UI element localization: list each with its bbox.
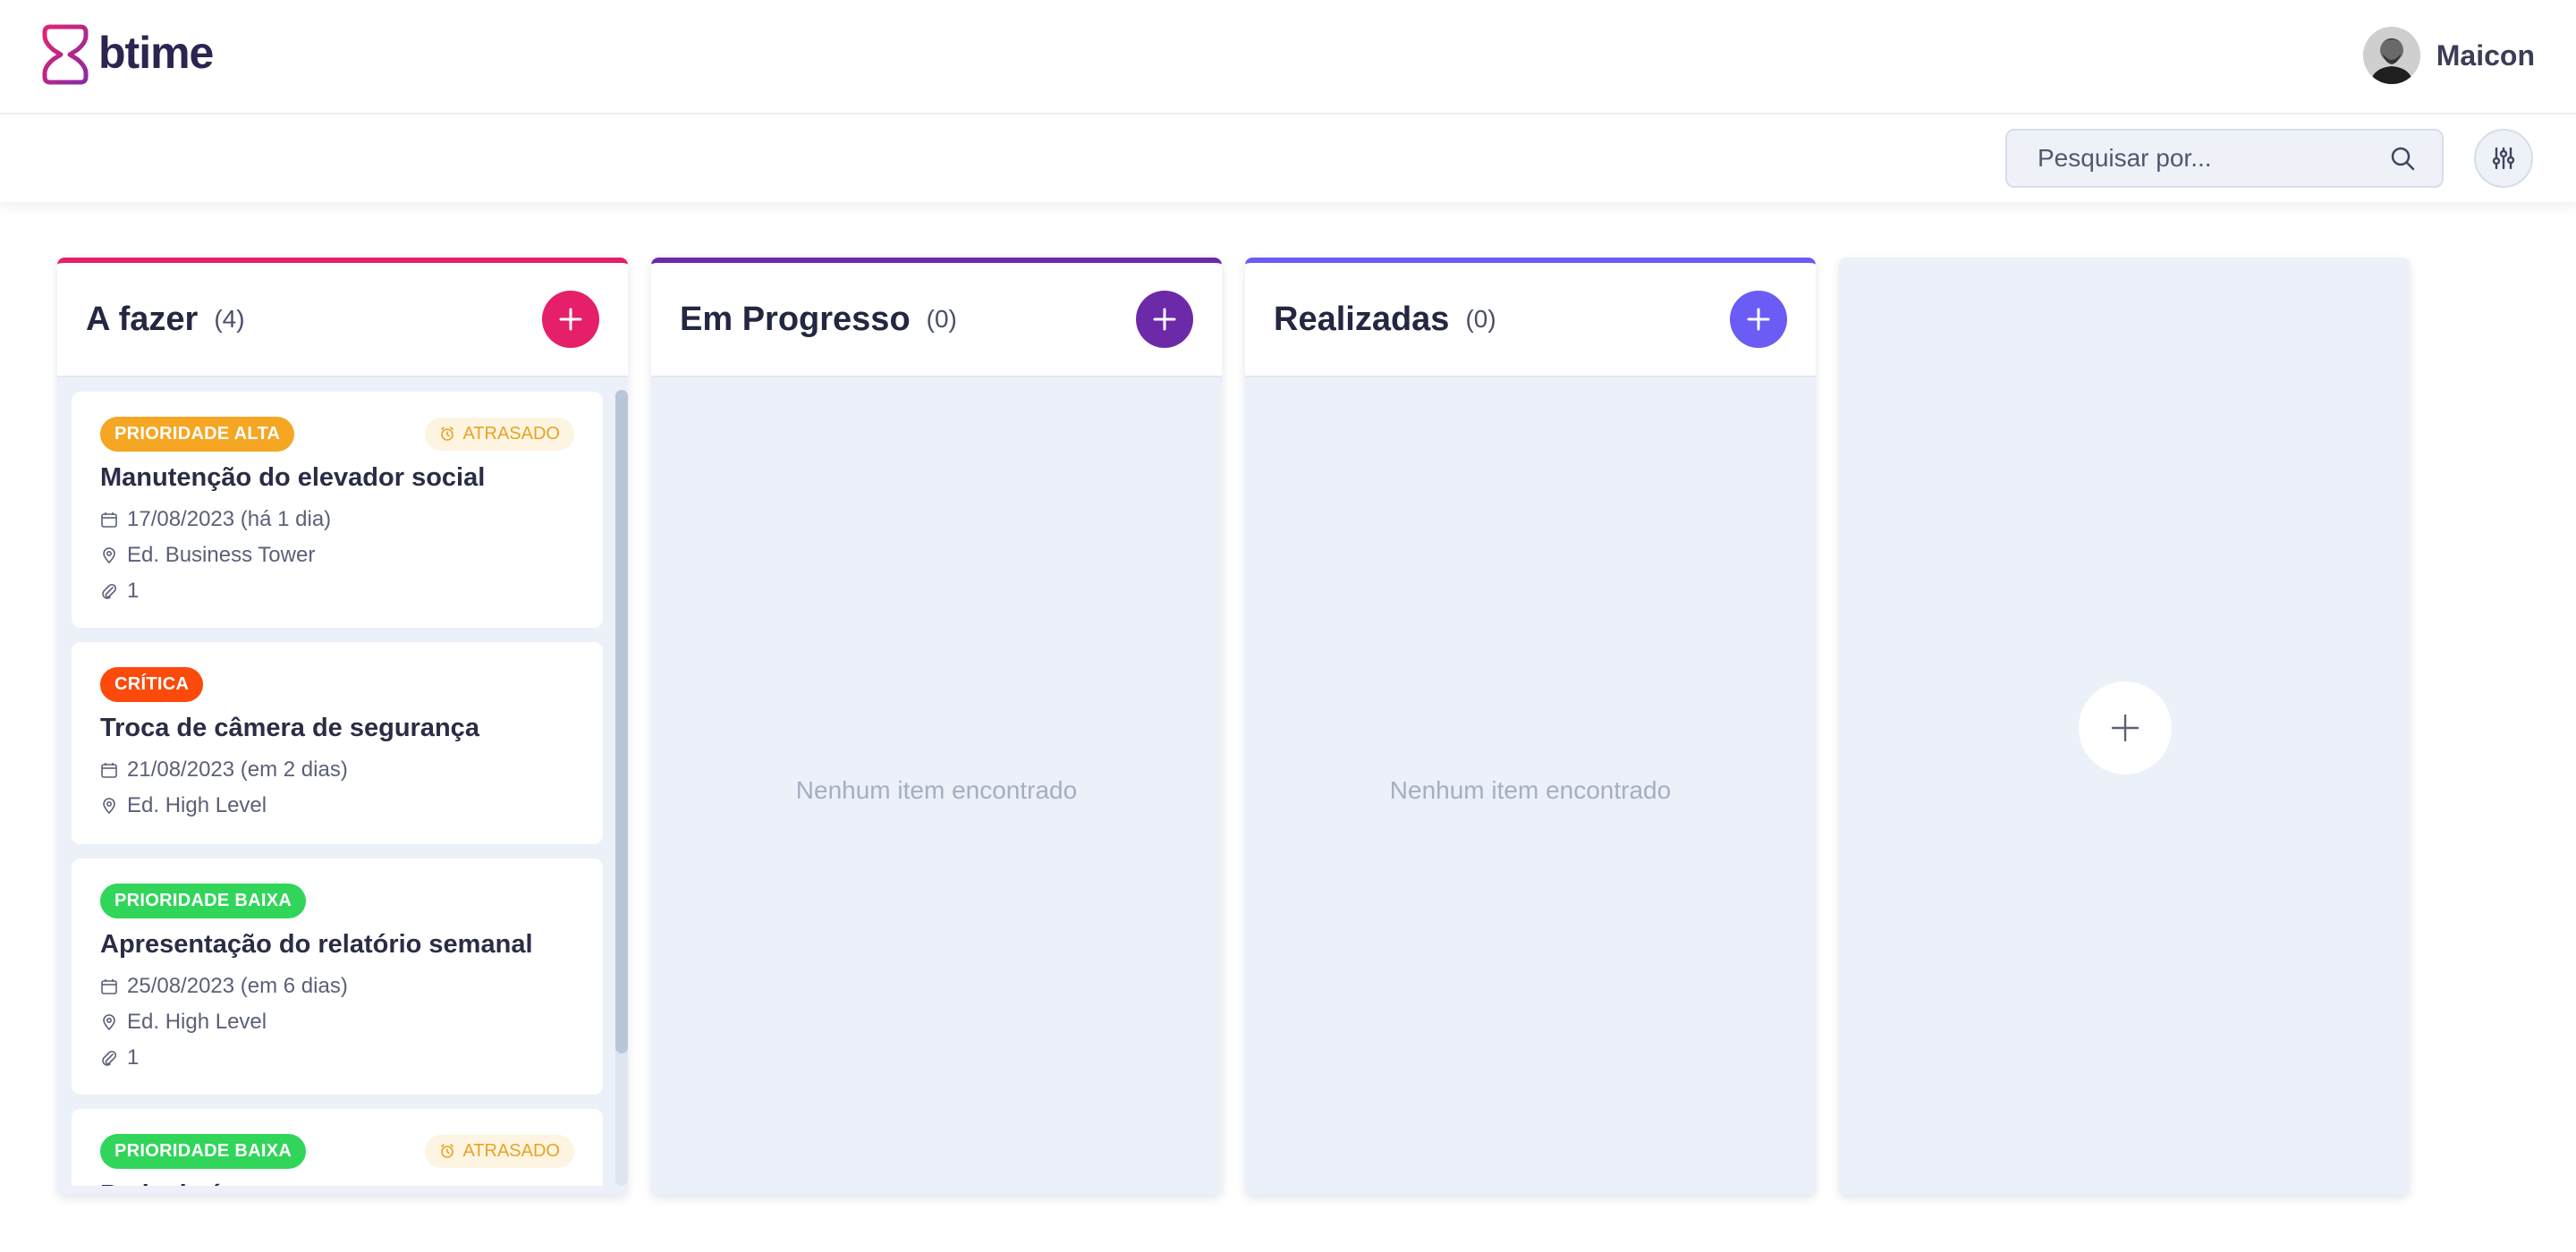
card-location: Ed. High Level [100, 1010, 574, 1035]
column-realizadas: Realizadas (0) Nenhum item encontrado [1245, 258, 1816, 1195]
new-column-placeholder [1839, 258, 2410, 1195]
plus-icon [2111, 714, 2140, 742]
task-card[interactable]: CRÍTICA Troca de câmera de segurança 21/… [72, 642, 603, 844]
column-header: Em Progresso (0) [651, 258, 1222, 377]
column-title: Em Progresso [680, 300, 911, 338]
calendar-icon [101, 763, 117, 778]
task-card[interactable]: PRIORIDADE BAIXA ATRASADO Poda de árvore… [72, 1109, 603, 1195]
card-title: Troca de câmera de segurança [100, 714, 479, 742]
card-location: Ed. High Level [100, 793, 574, 818]
column-footer [57, 1186, 628, 1195]
kanban-board: A fazer (4) PRIORIDADE ALTA ATRASADO Man… [57, 258, 2410, 1195]
user-avatar-icon [2362, 27, 2420, 84]
user-name[interactable]: Maicon [2436, 39, 2535, 72]
card-date-text: 25/08/2023 (em 6 dias) [127, 974, 348, 998]
card-title: Apresentação do relatório semanal [100, 930, 533, 959]
card-location-text: Ed. High Level [127, 793, 267, 817]
filter-button[interactable] [2474, 129, 2533, 188]
column-count: (0) [1465, 305, 1496, 333]
card-location-text: Ed. High Level [127, 1010, 267, 1034]
overdue-badge: ATRASADO [425, 417, 574, 451]
overdue-label: ATRASADO [462, 423, 560, 444]
card-attachments-count: 1 [127, 1045, 140, 1070]
card-attachments: 1 [100, 1045, 574, 1070]
column-count: (4) [214, 305, 245, 333]
column-em-progresso: Em Progresso (0) Nenhum item encontrado [651, 258, 1222, 1195]
column-title: Realizadas [1274, 300, 1450, 338]
add-card-button[interactable] [1136, 291, 1193, 348]
brand-name: btime [98, 28, 214, 78]
search-box[interactable] [2005, 129, 2444, 188]
scrollbar[interactable] [615, 390, 628, 1186]
avatar[interactable] [2362, 27, 2420, 84]
top-bar: btime Maicon [0, 0, 2576, 114]
plus-icon [1747, 308, 1770, 331]
column-a-fazer: A fazer (4) PRIORIDADE ALTA ATRASADO Man… [57, 258, 628, 1195]
task-card[interactable]: PRIORIDADE BAIXA Apresentação do relatór… [72, 859, 603, 1095]
card-location-text: Ed. Business Tower [127, 543, 316, 567]
btime-logo-icon [42, 24, 89, 85]
card-location: Ed. Business Tower [100, 543, 574, 568]
scroll-thumb[interactable] [615, 390, 628, 1053]
add-card-button[interactable] [542, 291, 599, 348]
card-date-text: 17/08/2023 (há 1 dia) [127, 507, 332, 531]
card-date: 25/08/2023 (em 6 dias) [100, 974, 574, 999]
brand-logo[interactable]: btime [41, 23, 214, 86]
alarm-clock-icon [441, 427, 454, 441]
card-date: 21/08/2023 (em 2 dias) [100, 757, 574, 782]
card-date-text: 21/08/2023 (em 2 dias) [127, 757, 348, 782]
map-pin-icon [103, 547, 115, 564]
column-count: (0) [926, 305, 957, 333]
priority-badge: PRIORIDADE ALTA [100, 416, 295, 452]
plus-icon [559, 308, 582, 331]
column-header: Realizadas (0) [1245, 258, 1816, 377]
map-pin-icon [103, 798, 115, 815]
priority-badge: PRIORIDADE BAIXA [100, 1133, 307, 1169]
empty-state: Nenhum item encontrado [1389, 776, 1672, 804]
plus-icon [1153, 308, 1176, 331]
overdue-badge: ATRASADO [425, 1134, 574, 1168]
map-pin-icon [103, 1014, 115, 1031]
alarm-clock-icon [441, 1144, 454, 1158]
add-card-button[interactable] [1730, 291, 1787, 348]
card-attachments: 1 [100, 579, 574, 604]
card-date: 17/08/2023 (há 1 dia) [100, 507, 574, 532]
empty-state: Nenhum item encontrado [795, 776, 1078, 804]
card-attachments-count: 1 [127, 579, 140, 603]
search-icon[interactable] [2388, 144, 2417, 173]
calendar-icon [101, 979, 117, 994]
priority-badge: CRÍTICA [100, 666, 204, 702]
user-menu[interactable]: Maicon [2362, 27, 2535, 84]
search-input[interactable] [2038, 144, 2388, 173]
paperclip-icon [102, 1050, 117, 1066]
column-title: A fazer [86, 300, 199, 338]
priority-badge: PRIORIDADE BAIXA [100, 883, 307, 918]
sliders-icon [2492, 147, 2515, 170]
add-column-button[interactable] [2079, 681, 2172, 774]
card-title: Manutenção do elevador social [100, 463, 486, 492]
task-card[interactable]: PRIORIDADE ALTA ATRASADO Manutenção do e… [72, 392, 603, 628]
toolbar [0, 116, 2576, 202]
overdue-label: ATRASADO [462, 1140, 560, 1161]
paperclip-icon [102, 583, 117, 599]
calendar-icon [101, 512, 117, 528]
column-header: A fazer (4) [57, 258, 628, 377]
